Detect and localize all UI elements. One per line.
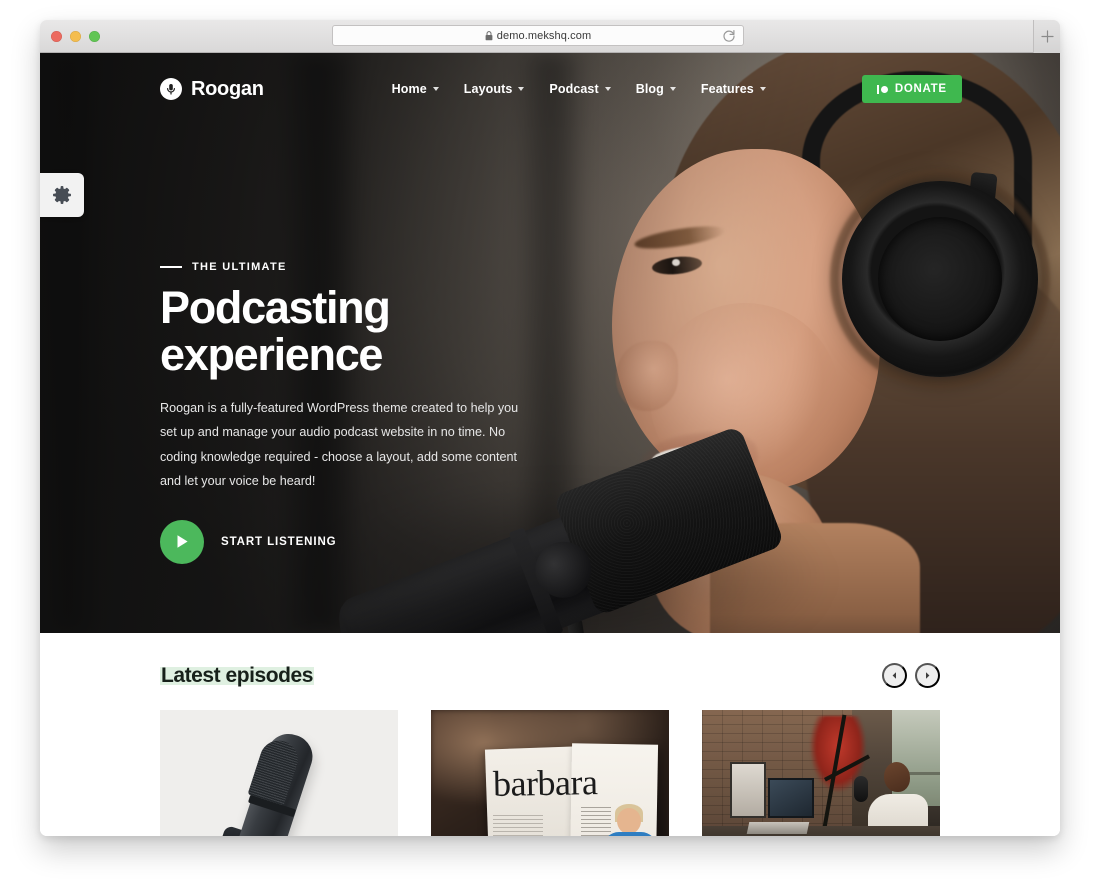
hero-section: Roogan Home Layouts Podcast Blog Feature… — [40, 53, 1060, 633]
nav-item-layouts[interactable]: Layouts — [464, 82, 525, 96]
zoom-window-button[interactable] — [89, 31, 100, 42]
donate-button[interactable]: DONATE — [861, 75, 962, 103]
site-logo[interactable]: Roogan — [160, 78, 264, 101]
page-viewport: Roogan Home Layouts Podcast Blog Feature… — [40, 53, 1060, 836]
nav-item-features[interactable]: Features — [701, 82, 766, 96]
nav-item-label: Blog — [635, 82, 664, 96]
address-bar[interactable]: demo.mekshq.com — [332, 25, 744, 46]
chevron-right-icon — [926, 672, 930, 679]
latest-episodes-title: Latest episodes — [160, 663, 314, 688]
chevron-down-icon — [669, 87, 676, 91]
nav-item-blog[interactable]: Blog — [636, 82, 676, 96]
computer-monitor — [768, 778, 814, 818]
chevron-left-icon — [892, 672, 896, 679]
latest-episodes-section: Latest episodes barbara — [40, 633, 1060, 836]
chevron-down-icon — [432, 87, 439, 91]
site-navbar: Roogan Home Layouts Podcast Blog Feature… — [40, 53, 1060, 125]
play-icon — [160, 519, 204, 564]
magazine-headline: barbara — [492, 762, 598, 804]
carousel-prev-button[interactable] — [882, 663, 907, 688]
start-listening-label: START LISTENING — [221, 535, 337, 548]
magazine-photo-head — [617, 808, 641, 834]
reload-icon[interactable] — [722, 29, 736, 43]
desk-surface — [702, 826, 940, 836]
eyebrow-rule — [160, 266, 182, 268]
donate-button-label: DONATE — [894, 83, 947, 95]
chevron-down-icon — [518, 87, 525, 91]
browser-window: demo.mekshq.com Roogan Home Layouts Podc… — [40, 20, 1060, 836]
keyboard — [746, 822, 810, 834]
lock-icon — [485, 30, 493, 40]
hero-title: Podcasting experience — [160, 282, 391, 380]
start-listening-button[interactable]: START LISTENING — [160, 519, 580, 564]
primary-navigation: Home Layouts Podcast Blog Features — [392, 82, 766, 96]
minimize-window-button[interactable] — [70, 31, 81, 42]
window-controls — [51, 31, 100, 42]
microphone-circle-logo-icon — [160, 78, 182, 100]
hero-content: THE ULTIMATE Podcasting experience Rooga… — [160, 261, 580, 564]
studio-microphone — [854, 776, 868, 802]
episode-card[interactable] — [702, 710, 940, 836]
picture-frame — [730, 762, 766, 818]
theme-settings-button[interactable] — [40, 173, 84, 217]
carousel-controls — [882, 663, 940, 688]
carousel-next-button[interactable] — [915, 663, 940, 688]
browser-titlebar: demo.mekshq.com — [40, 20, 1060, 53]
latest-episodes-header: Latest episodes — [160, 633, 940, 710]
nav-item-podcast[interactable]: Podcast — [549, 82, 611, 96]
nav-item-label: Podcast — [549, 82, 599, 96]
megaphone-icon — [876, 84, 888, 94]
address-bar-content: demo.mekshq.com — [485, 30, 591, 42]
url-text: demo.mekshq.com — [496, 29, 592, 42]
magazine-text-lines — [493, 814, 543, 836]
magazine-text-lines — [581, 806, 611, 836]
episode-card-grid: barbara — [160, 710, 940, 836]
gear-icon — [53, 186, 71, 204]
nav-item-label: Features — [700, 82, 754, 96]
nav-item-label: Layouts — [463, 82, 513, 96]
hero-eyebrow: THE ULTIMATE — [160, 261, 580, 273]
plus-icon — [1040, 30, 1054, 43]
nav-item-home[interactable]: Home — [392, 82, 439, 96]
nav-item-label: Home — [391, 82, 427, 96]
chevron-down-icon — [604, 87, 611, 91]
chevron-down-icon — [759, 87, 766, 91]
site-logo-text: Roogan — [191, 77, 264, 100]
podcaster-head — [884, 762, 910, 792]
hero-description: Roogan is a fully-featured WordPress the… — [160, 400, 519, 489]
episode-card[interactable]: barbara — [431, 710, 669, 836]
hero-eyebrow-text: THE ULTIMATE — [192, 261, 287, 273]
new-tab-button[interactable] — [1033, 20, 1060, 53]
episode-card[interactable] — [160, 710, 398, 836]
close-window-button[interactable] — [51, 31, 62, 42]
